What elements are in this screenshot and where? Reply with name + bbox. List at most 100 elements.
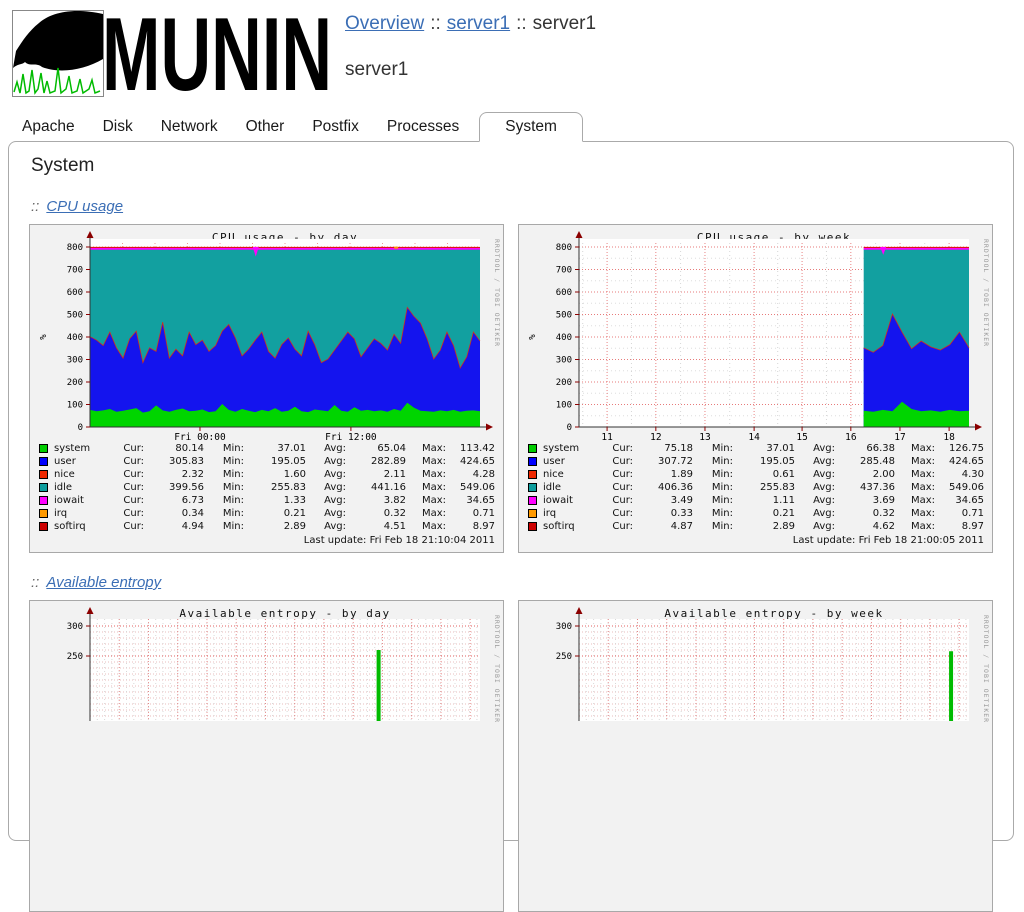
legend-stat-label: Cur:	[593, 442, 633, 455]
legend-stat-label: Min:	[204, 468, 244, 481]
svg-text:800: 800	[556, 243, 572, 253]
legend-swatch-iowait	[39, 496, 48, 505]
legend-stat-value: 4.62	[835, 520, 895, 533]
legend-stat-label: Avg:	[795, 455, 835, 468]
legend-stat-value: 4.87	[633, 520, 693, 533]
legend-stat-value: 65.04	[346, 442, 406, 455]
legend-stat-value: 549.06	[935, 481, 984, 494]
legend-stat-label: Cur:	[593, 520, 633, 533]
graph-plot-entropy-week: 300250	[519, 601, 992, 761]
legend-stat-label: Max:	[406, 520, 446, 533]
legend-stat-value: 0.32	[346, 507, 406, 520]
breadcrumb-host-link[interactable]: server1	[447, 13, 510, 34]
legend-stat-label: Max:	[406, 455, 446, 468]
svg-text:700: 700	[67, 266, 83, 276]
legend-swatch-nice	[528, 470, 537, 479]
legend-stat-value: 0.21	[244, 507, 306, 520]
legend-stat-value: 2.11	[346, 468, 406, 481]
svg-text:14: 14	[748, 432, 760, 441]
munin-wordmark: MUNIN	[100, 4, 345, 98]
tab-network[interactable]: Network	[147, 113, 232, 141]
legend-stat-label: Avg:	[306, 520, 346, 533]
svg-text:%: %	[39, 334, 49, 340]
legend-stat-label: Max:	[895, 455, 935, 468]
legend-stat-value: 3.49	[633, 494, 693, 507]
tab-other[interactable]: Other	[232, 113, 299, 141]
legend-stat-label: Cur:	[104, 442, 144, 455]
legend-stat-label: Avg:	[306, 468, 346, 481]
tab-disk[interactable]: Disk	[89, 113, 147, 141]
graph-entropy-week[interactable]: Available entropy - by week300250RRDTOOL…	[518, 600, 993, 912]
legend-stat-value: 195.05	[244, 455, 306, 468]
graph-cpu-day[interactable]: CPU usage - by day0100200300400500600700…	[29, 224, 504, 553]
svg-text:400: 400	[67, 333, 83, 343]
legend-swatch-iowait	[528, 496, 537, 505]
service-link-entropy: ::Available entropy	[31, 574, 1013, 591]
svg-text:500: 500	[556, 311, 572, 321]
legend-stat-label: Avg:	[306, 507, 346, 520]
graph-legend: systemCur:75.18Min:37.01Avg:66.38Max:126…	[527, 442, 984, 547]
legend-stat-value: 4.28	[446, 468, 495, 481]
legend-stat-value: 4.94	[144, 520, 204, 533]
legend-stat-label: Cur:	[104, 507, 144, 520]
legend-stat-label: Cur:	[593, 481, 633, 494]
svg-text:300: 300	[67, 356, 83, 366]
legend-name: user	[54, 455, 104, 468]
legend-stat-value: 406.36	[633, 481, 693, 494]
legend-name: idle	[54, 481, 104, 494]
legend-swatch-idle	[528, 483, 537, 492]
legend-stat-label: Cur:	[593, 507, 633, 520]
tab-apache[interactable]: Apache	[8, 113, 89, 141]
legend-stat-label: Avg:	[795, 468, 835, 481]
legend-stat-value: 0.32	[835, 507, 895, 520]
legend-stat-value: 37.01	[733, 442, 795, 455]
legend-stat-label: Min:	[693, 468, 733, 481]
legend-stat-label: Max:	[406, 507, 446, 520]
legend-stat-label: Cur:	[593, 455, 633, 468]
cpu-usage-link[interactable]: CPU usage	[46, 198, 123, 215]
entropy-graphs-row: Available entropy - by day300250RRDTOOL …	[29, 600, 1013, 912]
tab-processes[interactable]: Processes	[373, 113, 473, 141]
graph-plot-cpu-week: 0100200300400500600700800111213141516171…	[519, 225, 992, 441]
graph-plot-cpu-day: 0100200300400500600700800Fri 00:00Fri 12…	[30, 225, 503, 441]
legend-stat-label: Min:	[693, 442, 733, 455]
entropy-link[interactable]: Available entropy	[46, 574, 161, 591]
legend-stat-value: 2.00	[835, 468, 895, 481]
legend-stat-value: 282.89	[346, 455, 406, 468]
service-link-cpu: ::CPU usage	[31, 198, 1013, 215]
legend-stat-label: Cur:	[104, 481, 144, 494]
svg-text:15: 15	[796, 432, 807, 441]
legend-stat-label: Avg:	[795, 507, 835, 520]
svg-text:200: 200	[556, 378, 572, 388]
graph-legend: systemCur:80.14Min:37.01Avg:65.04Max:113…	[38, 442, 495, 547]
legend-stat-value: 6.73	[144, 494, 204, 507]
svg-text:18: 18	[943, 432, 955, 441]
legend-stat-value: 441.16	[346, 481, 406, 494]
legend-stat-value: 195.05	[733, 455, 795, 468]
legend-stat-label: Cur:	[104, 494, 144, 507]
legend-stat-value: 8.97	[446, 520, 495, 533]
legend-stat-value: 424.65	[935, 455, 984, 468]
svg-text:600: 600	[556, 288, 572, 298]
legend-stat-label: Min:	[693, 494, 733, 507]
legend-stat-label: Cur:	[104, 455, 144, 468]
svg-text:13: 13	[699, 432, 710, 441]
legend-swatch-irq	[528, 509, 537, 518]
svg-text:Fri 00:00: Fri 00:00	[174, 432, 226, 441]
legend-stat-value: 424.65	[446, 455, 495, 468]
breadcrumb-separator: ::	[516, 13, 527, 34]
graph-cpu-week[interactable]: CPU usage - by week010020030040050060070…	[518, 224, 993, 553]
legend-stat-value: 80.14	[144, 442, 204, 455]
legend-name: irq	[54, 507, 104, 520]
breadcrumb-separator: ::	[430, 13, 441, 34]
legend-stat-label: Max:	[895, 468, 935, 481]
breadcrumb-overview-link[interactable]: Overview	[345, 13, 424, 34]
tab-system[interactable]: System	[479, 112, 583, 142]
legend-stat-value: 1.89	[633, 468, 693, 481]
legend-stat-value: 37.01	[244, 442, 306, 455]
graph-entropy-day[interactable]: Available entropy - by day300250RRDTOOL …	[29, 600, 504, 912]
legend-name: nice	[543, 468, 593, 481]
tab-postfix[interactable]: Postfix	[298, 113, 373, 141]
legend-name: irq	[543, 507, 593, 520]
legend-swatch-idle	[39, 483, 48, 492]
